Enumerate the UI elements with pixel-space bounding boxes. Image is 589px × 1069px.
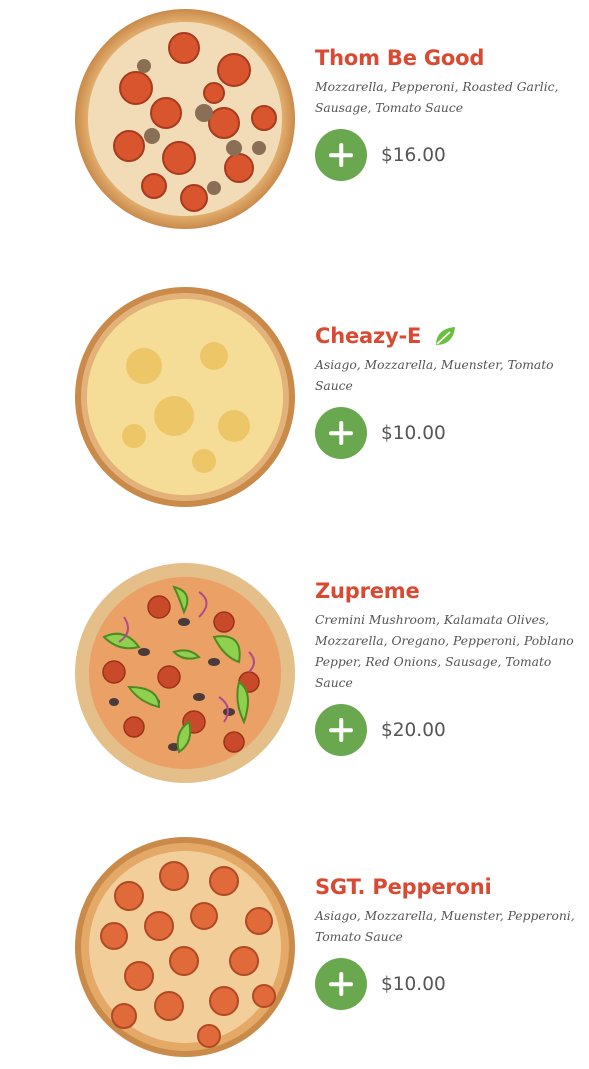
item-name: Zupreme xyxy=(315,578,577,604)
item-info: Zupreme Cremini Mushroom, Kalamata Olive… xyxy=(315,578,577,756)
pizza-image-zupreme xyxy=(75,563,295,783)
item-price: $16.00 xyxy=(381,144,446,166)
item-name-text: Thom Be Good xyxy=(315,46,485,70)
item-price: $20.00 xyxy=(381,719,446,741)
item-ingredients: Cremini Mushroom, Kalamata Olives, Mozza… xyxy=(315,613,574,690)
item-name: SGT. Pepperoni xyxy=(315,874,577,900)
item-actions: $16.00 xyxy=(315,129,577,181)
item-ingredients: Asiago, Mozzarella, Muenster, Pepperoni,… xyxy=(315,909,575,944)
item-name: Thom Be Good xyxy=(315,45,577,71)
item-actions: $20.00 xyxy=(315,704,577,756)
item-ingredients: Mozzarella, Pepperoni, Roasted Garlic, S… xyxy=(315,80,559,115)
add-to-cart-button[interactable] xyxy=(315,958,367,1010)
item-info: SGT. Pepperoni Asiago, Mozzarella, Muens… xyxy=(315,874,577,1010)
add-to-cart-button[interactable] xyxy=(315,407,367,459)
pizza-image-thom-be-good xyxy=(75,9,295,229)
add-to-cart-button[interactable] xyxy=(315,129,367,181)
leaf-icon xyxy=(436,327,456,345)
item-name-text: Zupreme xyxy=(315,579,420,603)
item-info: Thom Be Good Mozzarella, Pepperoni, Roas… xyxy=(315,45,577,181)
item-name: Cheazy-E xyxy=(315,323,577,349)
pizza-image-sgt-pepperoni xyxy=(75,837,295,1057)
item-name-text: SGT. Pepperoni xyxy=(315,875,492,899)
pizza-image-cheazy-e xyxy=(75,287,295,507)
item-actions: $10.00 xyxy=(315,958,577,1010)
add-to-cart-button[interactable] xyxy=(315,704,367,756)
item-ingredients: Asiago, Mozzarella, Muenster, Tomato Sau… xyxy=(315,358,554,393)
item-actions: $10.00 xyxy=(315,407,577,459)
item-info: Cheazy-E Asiago, Mozzarella, Muenster, T… xyxy=(315,323,577,459)
item-price: $10.00 xyxy=(381,973,446,995)
item-price: $10.00 xyxy=(381,422,446,444)
item-name-text: Cheazy-E xyxy=(315,324,422,348)
